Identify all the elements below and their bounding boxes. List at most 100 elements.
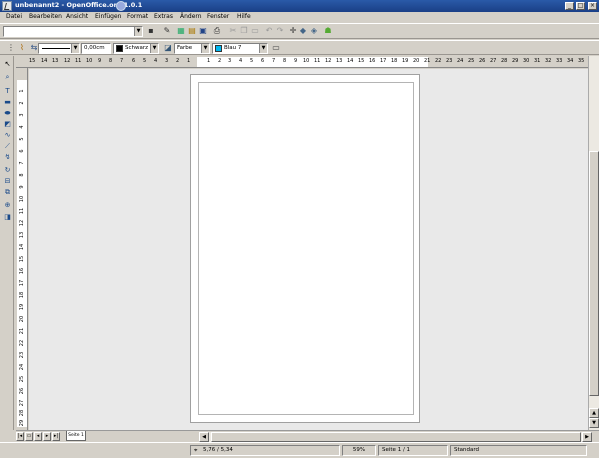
ruler-tick-label: 15 — [29, 58, 36, 64]
position-field: ⌖ 5,76 / 5,34 — [190, 445, 340, 456]
ruler-tick-label: 4 — [19, 125, 25, 129]
scroll-up-button[interactable]: ▲ — [589, 408, 599, 418]
rotate-icon[interactable]: ↻ — [3, 166, 12, 175]
ruler-tick-label: 12 — [64, 58, 71, 64]
arrange-icon[interactable]: ⧉ — [3, 188, 12, 197]
help-agent-icon[interactable]: ☗ — [323, 26, 333, 36]
undo-icon[interactable]: ↶ — [264, 26, 274, 36]
scroll-right-button[interactable]: ▶ — [582, 432, 592, 442]
3d-effects-icon[interactable]: ◨ — [3, 213, 12, 222]
grip-icon[interactable]: ▭ — [25, 432, 33, 441]
area-style-select[interactable]: Farbe ▼ — [174, 43, 210, 54]
horizontal-scroll-thumb[interactable] — [211, 432, 581, 442]
gallery-icon[interactable]: ◆ — [298, 26, 308, 36]
ruler-tick-label: 27 — [19, 399, 25, 407]
tab-seite-1[interactable]: Seite 1 — [66, 431, 86, 441]
stop-icon[interactable]: ▪ — [146, 26, 156, 36]
lines-arrows-icon[interactable]: ⟋ — [3, 142, 12, 151]
ruler-tick-label: 22 — [435, 58, 442, 64]
ruler-tick-label: 32 — [545, 58, 552, 64]
menu-extras[interactable]: Extras — [154, 13, 173, 20]
save-icon[interactable]: ▣ — [198, 26, 208, 36]
area-color-select[interactable]: Blau 7 ▼ — [212, 43, 268, 54]
app-icon — [2, 1, 12, 11]
next-page-button[interactable]: ▸ — [43, 432, 51, 441]
insert-icon[interactable]: ⊕ — [3, 201, 12, 210]
menu-fenster[interactable]: Fenster — [207, 13, 229, 20]
maximize-button[interactable]: □ — [576, 2, 585, 10]
menu-format[interactable]: Format — [127, 13, 148, 20]
text-icon[interactable]: T — [3, 87, 12, 96]
line-icon[interactable]: ⌇ — [17, 43, 27, 53]
open-icon[interactable]: ▤ — [187, 26, 197, 36]
horizontal-ruler[interactable]: 15 14 13 12 11 10 9 8 7 6 5 4 3 2 1 1 2 … — [16, 56, 588, 68]
menu-bearbeiten[interactable]: Bearbeiten — [29, 13, 62, 20]
ruler-tick-label: 29 — [19, 419, 25, 427]
ruler-tick-label: 12 — [325, 58, 332, 64]
grip-icon: ⋮ — [7, 43, 15, 52]
ruler-tick-label: 13 — [336, 58, 343, 64]
drawing-page[interactable] — [190, 74, 420, 423]
line-style-select[interactable]: ▼ — [38, 43, 80, 54]
chevron-down-icon[interactable]: ▼ — [201, 44, 209, 53]
alignment-icon[interactable]: ⊟ — [3, 177, 12, 186]
chevron-down-icon[interactable]: ▼ — [134, 27, 142, 36]
zoom-field[interactable]: 59% — [342, 445, 376, 456]
scroll-left-button[interactable]: ◀ — [199, 432, 209, 442]
navigator-icon[interactable]: ✛ — [288, 26, 298, 36]
cut-icon[interactable]: ✂ — [228, 26, 238, 36]
area-icon[interactable]: ◪ — [163, 43, 173, 53]
chevron-down-icon[interactable]: ▼ — [71, 44, 79, 53]
new-icon[interactable]: ▦ — [176, 26, 186, 36]
copy-icon[interactable]: ❐ — [239, 26, 249, 36]
line-width-field[interactable]: 0,00cm — [81, 43, 111, 54]
menu-einfuegen[interactable]: Einfügen — [95, 13, 121, 20]
minimize-button[interactable]: _ — [565, 2, 574, 10]
chevron-down-icon[interactable]: ▼ — [150, 44, 158, 53]
ruler-tick-label: 10 — [19, 195, 25, 203]
select-icon[interactable]: ↖ — [3, 60, 12, 69]
last-page-button[interactable]: ▸| — [52, 432, 60, 441]
horizontal-scrollbar[interactable]: ◀ ▶ — [199, 432, 592, 442]
drawing-canvas[interactable] — [29, 69, 588, 430]
redo-icon[interactable]: ↷ — [275, 26, 285, 36]
line-color-select[interactable]: Schwarz ▼ — [113, 43, 159, 54]
paste-icon[interactable]: ▭ — [250, 26, 260, 36]
ruler-tick-label: 15 — [358, 58, 365, 64]
curve-icon[interactable]: ∿ — [3, 131, 12, 140]
vertical-scroll-thumb[interactable] — [589, 151, 599, 396]
datasource-icon[interactable]: ◈ — [309, 26, 319, 36]
connector-icon[interactable]: ↯ — [3, 153, 12, 162]
ruler-tick-label: 24 — [19, 363, 25, 371]
menu-ansicht[interactable]: Ansicht — [66, 13, 88, 20]
menu-aendern[interactable]: Ändern — [180, 13, 202, 20]
menu-hilfe[interactable]: Hilfe — [237, 13, 251, 20]
shadow-icon[interactable]: ▭ — [271, 43, 281, 53]
ruler-tick-label: 30 — [523, 58, 530, 64]
print-icon[interactable]: ⎙ — [212, 26, 222, 36]
ruler-tick-label: 4 — [154, 58, 158, 64]
title-bar[interactable]: unbenannt2 - OpenOffice.org 1.0.1 _ □ × — [0, 0, 599, 12]
vertical-ruler[interactable]: 1 2 3 4 5 6 7 8 9 10 11 12 13 14 15 16 1… — [16, 68, 28, 430]
3d-object-icon[interactable]: ◩ — [3, 120, 12, 129]
ruler-tick-label: 29 — [512, 58, 519, 64]
prev-page-button[interactable]: ◂ — [34, 432, 42, 441]
ruler-tick-label: 19 — [19, 303, 25, 311]
url-combo[interactable]: ▼ — [3, 26, 143, 37]
close-button[interactable]: × — [588, 2, 597, 10]
edit-file-icon[interactable]: ✎ — [162, 26, 172, 36]
ruler-tick-label: 6 — [132, 58, 136, 64]
vertical-scrollbar[interactable]: ▲ ▼ — [588, 56, 599, 430]
ellipse-icon[interactable]: ⬬ — [3, 109, 12, 118]
position-value: 5,76 / 5,34 — [203, 447, 233, 453]
first-page-button[interactable]: |◂ — [16, 432, 24, 441]
line-color-swatch — [116, 45, 123, 52]
rectangle-icon[interactable]: ▬ — [3, 98, 12, 107]
ruler-tick-label: 13 — [52, 58, 59, 64]
chevron-down-icon[interactable]: ▼ — [259, 44, 267, 53]
menu-datei[interactable]: Datei — [6, 13, 22, 20]
ruler-tick-label: 16 — [19, 267, 25, 275]
scroll-down-button[interactable]: ▼ — [589, 418, 599, 428]
line-width-value: 0,00cm — [84, 45, 105, 51]
zoom-icon[interactable]: ⌕ — [3, 73, 12, 82]
